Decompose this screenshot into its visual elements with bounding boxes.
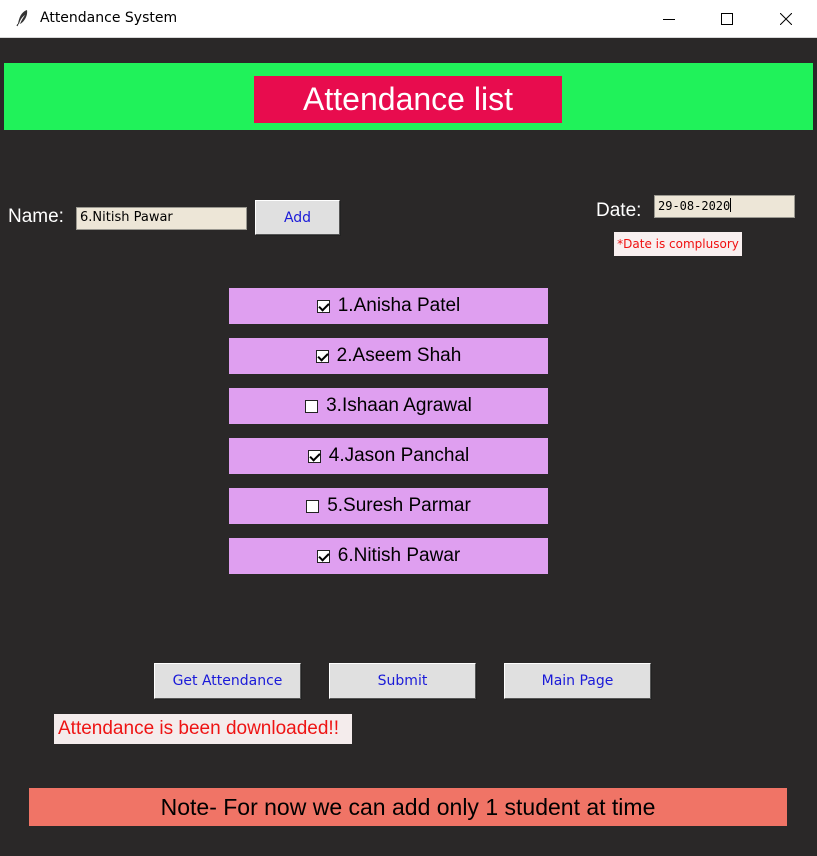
student-label: 3.Ishaan Agrawal [326, 395, 472, 416]
close-button[interactable] [757, 0, 815, 38]
date-required-hint: *Date is complusory [614, 232, 742, 256]
header-banner: Attendance list [4, 63, 813, 130]
student-checkbox[interactable] [306, 499, 320, 513]
date-value: 29-08-2020 [658, 199, 731, 213]
text-cursor [730, 198, 732, 212]
page-title: Attendance list [254, 76, 562, 123]
student-label: 2.Aseem Shah [336, 345, 462, 366]
student-checkbox[interactable] [316, 549, 330, 563]
title-bar: Attendance System [0, 0, 817, 38]
minimize-icon [663, 19, 675, 20]
close-icon [780, 13, 792, 25]
student-checkbox[interactable] [315, 349, 329, 363]
student-label: 5.Suresh Parmar [327, 495, 471, 516]
student-label: 6.Nitish Pawar [337, 545, 461, 566]
student-row-2[interactable]: 2.Aseem Shah [229, 338, 548, 374]
feather-icon [14, 9, 32, 27]
note-bar: Note- For now we can add only 1 student … [29, 788, 787, 826]
window-title: Attendance System [40, 10, 178, 26]
maximize-icon [721, 13, 733, 25]
main-window: Attendance list Name: 6.Nitish Pawar Add… [4, 38, 813, 852]
student-row-3[interactable]: 3.Ishaan Agrawal [229, 388, 548, 424]
name-input[interactable]: 6.Nitish Pawar [76, 207, 247, 230]
main-page-button[interactable]: Main Page [504, 663, 651, 699]
name-label: Name: [8, 206, 64, 227]
date-input[interactable]: 29-08-2020 [654, 195, 795, 218]
minimize-button[interactable] [640, 0, 698, 38]
student-checkbox[interactable] [307, 449, 321, 463]
student-row-6[interactable]: 6.Nitish Pawar [229, 538, 548, 574]
student-checkbox[interactable] [305, 399, 319, 413]
student-label: 4.Jason Panchal [328, 445, 470, 466]
student-label: 1.Anisha Patel [337, 295, 461, 316]
submit-button[interactable]: Submit [329, 663, 476, 699]
student-row-5[interactable]: 5.Suresh Parmar [229, 488, 548, 524]
status-message: Attendance is been downloaded!! [54, 714, 352, 744]
add-button[interactable]: Add [255, 200, 340, 235]
student-checkbox[interactable] [316, 299, 330, 313]
student-row-1[interactable]: 1.Anisha Patel [229, 288, 548, 324]
date-label: Date: [596, 200, 642, 221]
maximize-button[interactable] [698, 0, 756, 38]
student-row-4[interactable]: 4.Jason Panchal [229, 438, 548, 474]
get-attendance-button[interactable]: Get Attendance [154, 663, 301, 699]
